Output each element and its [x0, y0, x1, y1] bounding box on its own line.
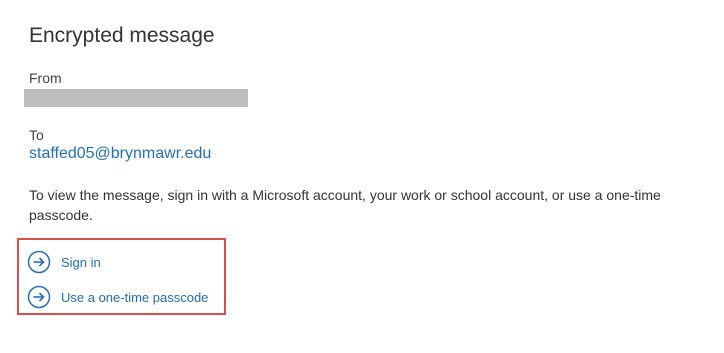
- sender-redacted: [24, 89, 248, 107]
- page-title: Encrypted message: [29, 24, 215, 47]
- to-label: To: [29, 127, 44, 143]
- sign-in-label: Sign in: [61, 254, 101, 270]
- one-time-passcode-link[interactable]: Use a one-time passcode: [27, 285, 208, 309]
- recipient-email: staffed05@brynmawr.edu: [29, 145, 212, 162]
- instructions-text: To view the message, sign in with a Micr…: [29, 187, 661, 223]
- arrow-right-circle-icon: [27, 285, 51, 309]
- from-label: From: [29, 70, 62, 86]
- one-time-passcode-label: Use a one-time passcode: [61, 289, 209, 305]
- arrow-right-circle-icon: [27, 250, 51, 274]
- sign-in-link[interactable]: Sign in: [27, 250, 101, 274]
